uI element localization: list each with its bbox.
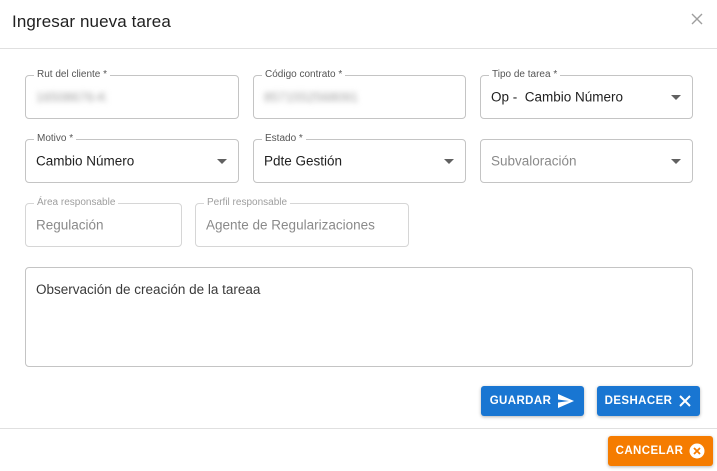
estado-value: Pdte Gestión [264,153,343,169]
rut-cliente-label: Rut del cliente * [34,69,111,81]
area-responsable-label: Área responsable [34,197,119,209]
perfil-responsable-value: Agente de Regularizaciones [206,217,375,233]
observacion-placeholder: Observación de creación de la tareaa [36,282,261,297]
cancel-circle-icon [689,443,705,459]
send-icon [557,393,575,409]
tipo-tarea-label: Tipo de tarea * [489,69,561,81]
close-icon[interactable] [689,11,705,27]
deshacer-button[interactable]: DESHACER [597,386,700,416]
codigo-contrato-label: Código contrato * [262,69,346,81]
deshacer-label: DESHACER [604,395,673,407]
subvaloracion-placeholder: Subvaloración [491,153,577,169]
area-responsable-value: Regulación [36,217,104,233]
perfil-responsable-label: Perfil responsable [204,197,291,209]
x-icon [678,394,692,408]
motivo-value: Cambio Número [36,153,135,169]
motivo-label: Motivo * [34,133,77,145]
footer-divider [0,428,717,429]
new-task-dialog: Ingresar nueva tarea Rut del cliente * 1… [0,0,717,471]
guardar-label: GUARDAR [489,395,552,407]
dialog-header: Ingresar nueva tarea [0,0,717,49]
cancelar-label: CANCELAR [615,445,684,457]
estado-select[interactable]: Estado * Pdte Gestión [253,133,466,183]
caret-down-icon [671,159,681,164]
guardar-button[interactable]: GUARDAR [481,386,584,416]
caret-down-icon [217,159,227,164]
tipo-tarea-select[interactable]: Tipo de tarea * Op - Cambio Número [480,69,693,119]
area-responsable-field: Área responsable Regulación [25,197,182,247]
caret-down-icon [671,95,681,100]
observacion-textarea[interactable]: Observación de creación de la tareaa [25,267,693,367]
cancelar-button[interactable]: CANCELAR [608,436,713,466]
rut-cliente-value: 16508676-K [36,89,107,105]
rut-cliente-field[interactable]: Rut del cliente * 16508676-K [25,69,239,119]
perfil-responsable-field: Perfil responsable Agente de Regularizac… [195,197,409,247]
codigo-contrato-field[interactable]: Código contrato * 8571552568091 [253,69,466,119]
codigo-contrato-value: 8571552568091 [264,89,358,105]
motivo-select[interactable]: Motivo * Cambio Número [25,133,239,183]
dialog-title: Ingresar nueva tarea [12,12,171,31]
caret-down-icon [444,159,454,164]
estado-label: Estado * [262,133,306,145]
tipo-tarea-value: Op - Cambio Número [491,89,624,105]
subvaloracion-select[interactable]: Subvaloración [480,139,693,183]
